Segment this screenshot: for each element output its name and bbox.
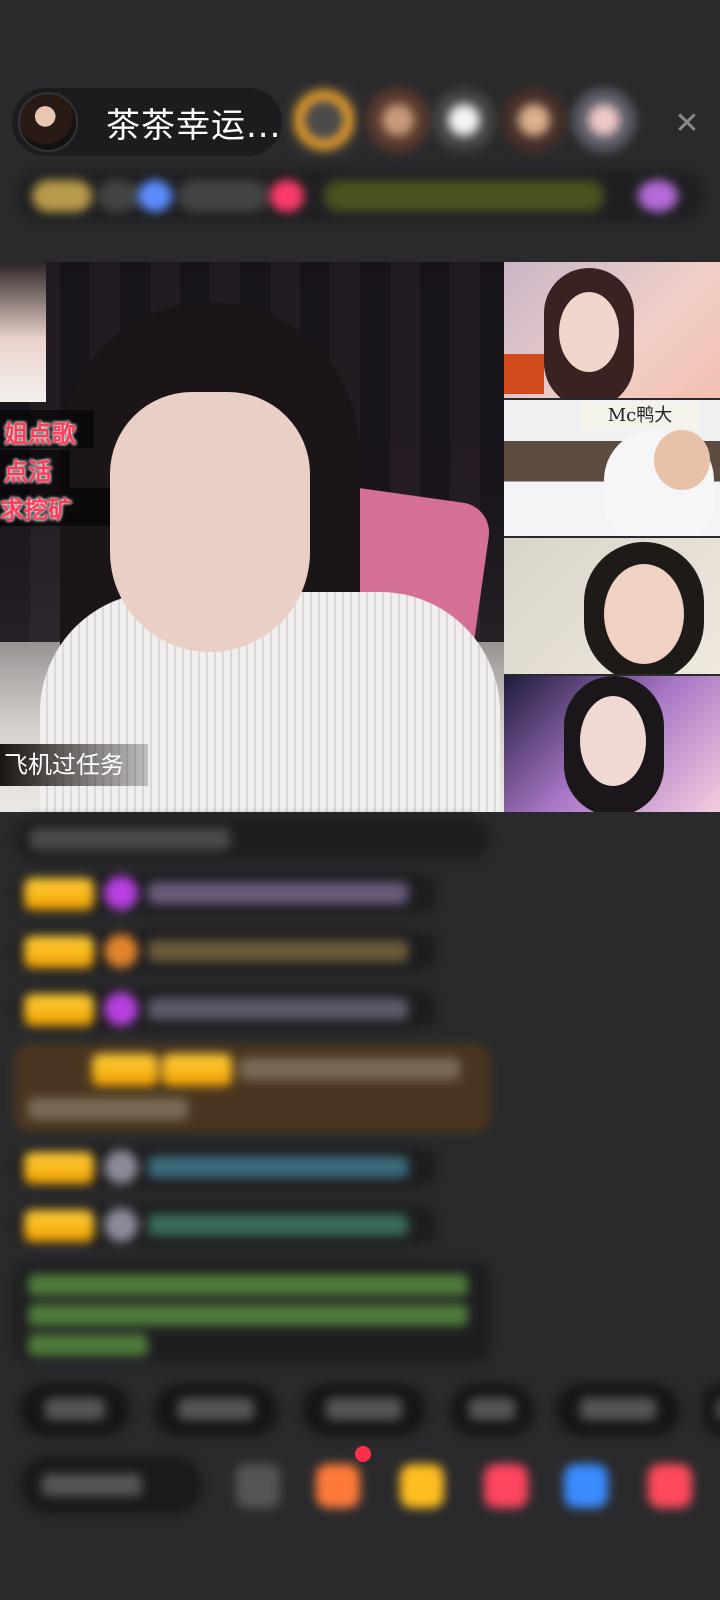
level-badge bbox=[24, 994, 94, 1026]
quick-reply-button[interactable] bbox=[450, 1384, 534, 1436]
user-icon bbox=[104, 1150, 138, 1184]
level-badge bbox=[92, 1054, 158, 1086]
chat-text bbox=[240, 1058, 460, 1080]
chat-text bbox=[148, 1156, 408, 1178]
chat-text bbox=[28, 1098, 188, 1120]
level-badge bbox=[24, 1210, 94, 1242]
level-badge bbox=[162, 1054, 232, 1086]
overlay-text: 求挖矿 bbox=[0, 496, 72, 524]
side-video-3[interactable] bbox=[504, 538, 720, 674]
fan-tag[interactable] bbox=[138, 180, 172, 212]
more-icon[interactable] bbox=[638, 180, 678, 212]
quick-reply-button[interactable] bbox=[302, 1384, 426, 1436]
more-apps-icon[interactable] bbox=[648, 1464, 692, 1508]
comment-input[interactable] bbox=[20, 1456, 202, 1514]
level-badge bbox=[24, 1152, 94, 1184]
side-person-face bbox=[604, 564, 684, 664]
task-banner: 飞机过任务 bbox=[0, 744, 148, 786]
viewer-avatar[interactable] bbox=[572, 88, 636, 152]
gift-box-icon[interactable] bbox=[400, 1464, 444, 1508]
close-icon[interactable]: ✕ bbox=[667, 104, 707, 144]
system-text bbox=[28, 1334, 148, 1356]
side-video-1[interactable] bbox=[504, 262, 720, 398]
rank-tag[interactable] bbox=[32, 180, 92, 212]
side-person-face bbox=[654, 430, 710, 490]
side-sign: Mc鸭大 bbox=[580, 402, 700, 430]
comment-placeholder bbox=[42, 1474, 142, 1496]
viewer-avatar[interactable] bbox=[290, 84, 358, 156]
system-text bbox=[28, 1304, 468, 1326]
quick-reply-button[interactable] bbox=[20, 1384, 130, 1436]
diamond-icon bbox=[104, 992, 138, 1026]
quick-reply-button[interactable] bbox=[702, 1384, 720, 1436]
viewer-avatar[interactable] bbox=[502, 88, 566, 152]
quick-reply-button[interactable] bbox=[556, 1384, 680, 1436]
chat-text bbox=[148, 1214, 408, 1236]
user-icon bbox=[104, 1208, 138, 1242]
quick-reply-button[interactable] bbox=[154, 1384, 278, 1436]
overlay-text: 姐点歌 bbox=[4, 420, 76, 448]
side-person-face bbox=[559, 292, 619, 372]
chat-text bbox=[30, 828, 230, 850]
gift-icon bbox=[504, 354, 544, 394]
host-avatar[interactable] bbox=[18, 92, 78, 152]
tag-label bbox=[98, 180, 138, 212]
chat-text bbox=[148, 940, 408, 962]
level-badge bbox=[24, 936, 94, 968]
activity-tag[interactable] bbox=[324, 180, 604, 212]
badge-icon bbox=[104, 934, 138, 968]
tags-row bbox=[18, 170, 704, 222]
tag-label bbox=[178, 180, 268, 212]
host-name: 茶茶幸运... bbox=[106, 105, 282, 146]
game-icon[interactable] bbox=[564, 1464, 608, 1508]
hot-icon[interactable] bbox=[270, 180, 304, 212]
viewer-avatar[interactable] bbox=[366, 88, 430, 152]
main-video[interactable] bbox=[0, 262, 504, 812]
side-person-face bbox=[580, 696, 646, 786]
system-text bbox=[28, 1274, 468, 1296]
viewer-avatar[interactable] bbox=[432, 88, 496, 152]
mini-thumbnail[interactable] bbox=[0, 262, 46, 402]
side-video-4[interactable] bbox=[504, 676, 720, 812]
shop-icon[interactable] bbox=[316, 1464, 360, 1508]
emoji-icon[interactable] bbox=[236, 1464, 280, 1508]
level-badge bbox=[24, 878, 94, 910]
notification-dot bbox=[355, 1446, 371, 1462]
host-info-pill[interactable]: 茶茶幸运... bbox=[12, 88, 282, 156]
streamer-face bbox=[110, 392, 310, 652]
overlay-text: 点活 bbox=[4, 458, 52, 486]
chat-text bbox=[148, 998, 408, 1020]
diamond-icon bbox=[104, 876, 138, 910]
heart-icon[interactable] bbox=[484, 1464, 528, 1508]
chat-text bbox=[148, 882, 408, 904]
